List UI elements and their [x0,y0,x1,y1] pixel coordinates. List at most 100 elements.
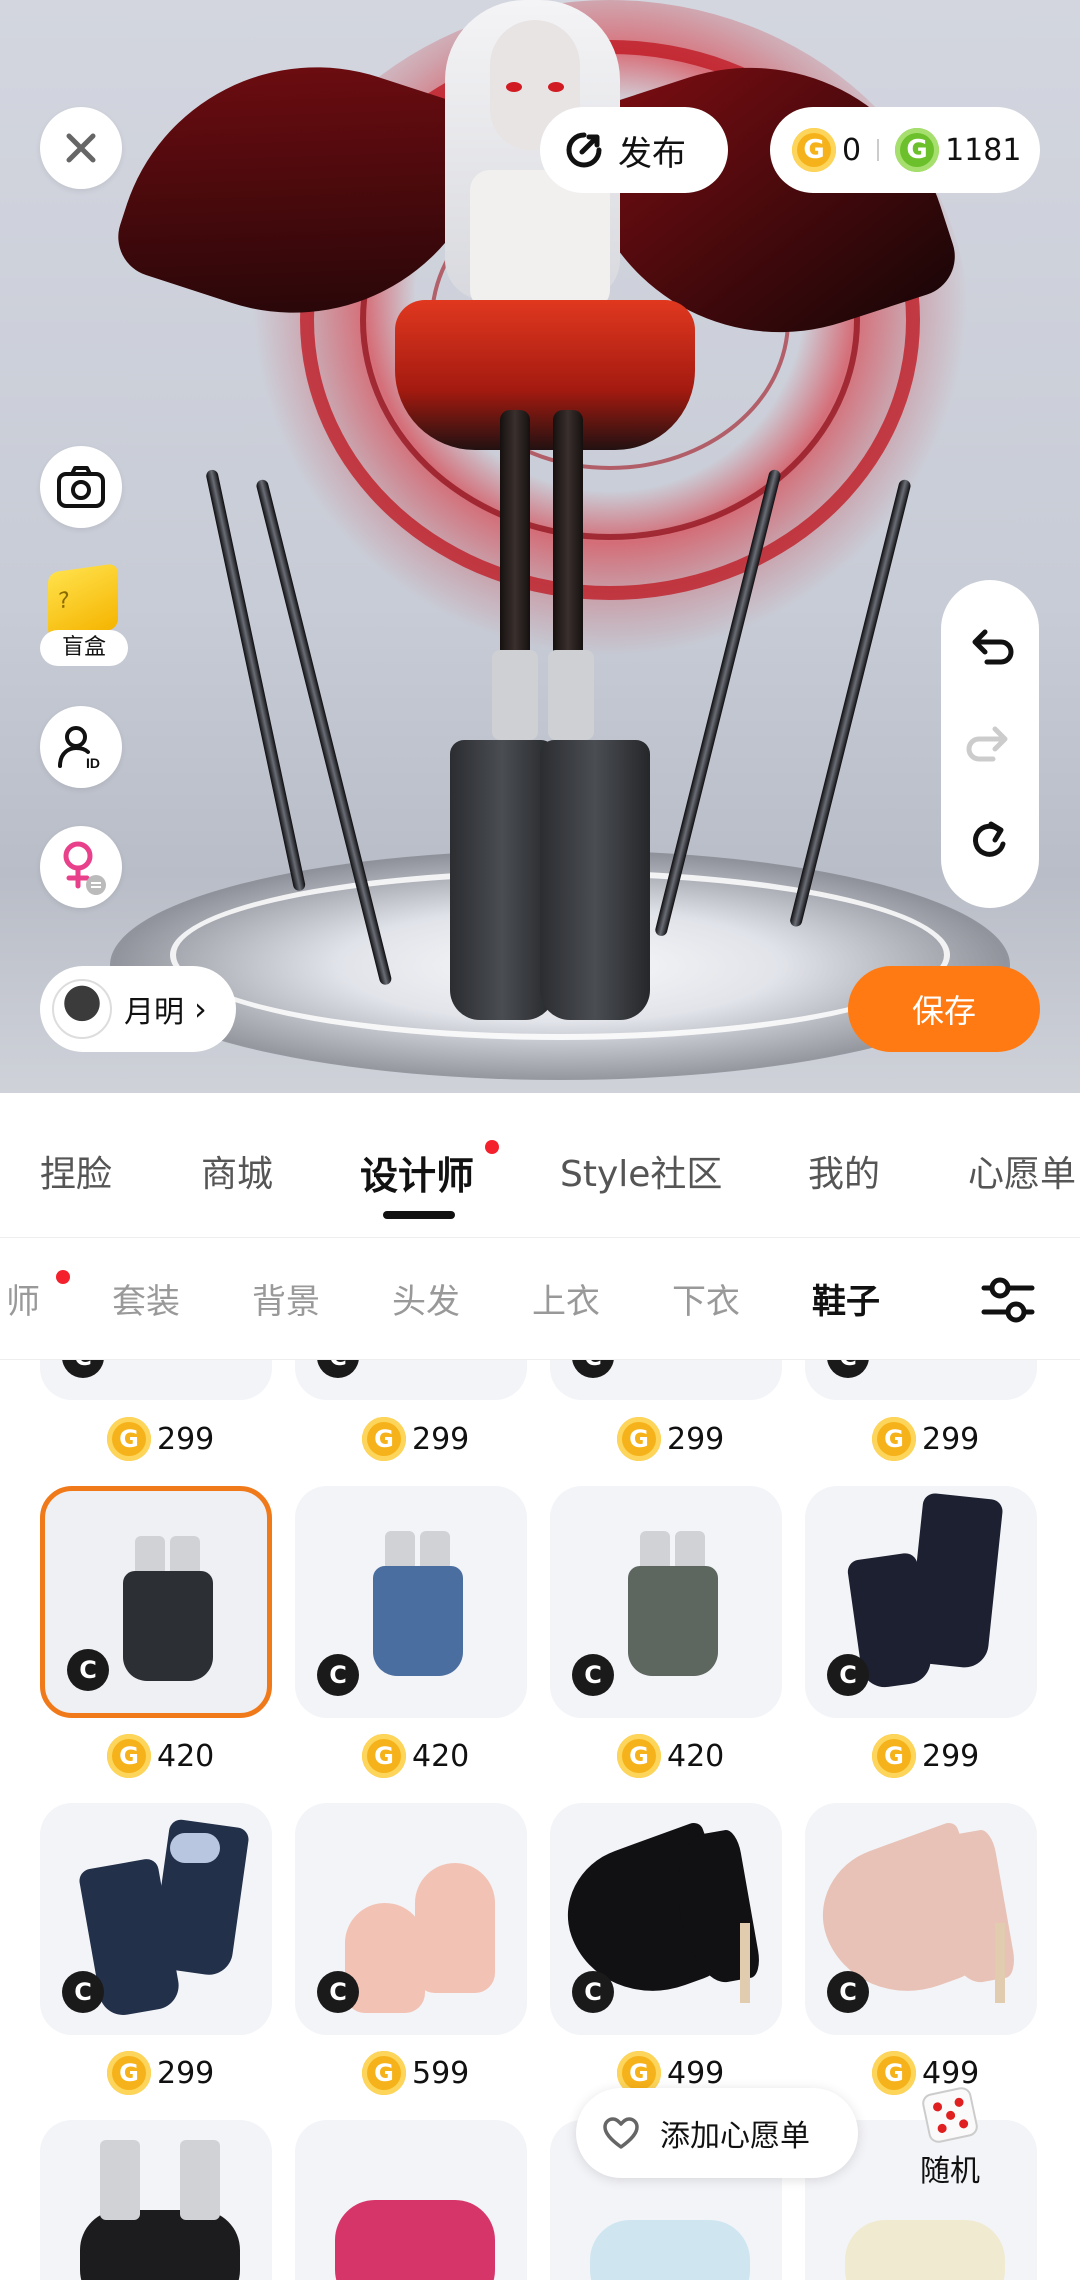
tab-wishlist[interactable]: 心愿单 [968,1145,1076,1197]
avatar [52,979,112,1039]
active-tab-indicator [383,1211,455,1219]
undo-icon[interactable] [965,622,1015,672]
creator-badge-icon: C [317,1654,359,1696]
creator-badge-icon: C [62,1971,104,2013]
tab-bottoms[interactable]: 下衣 [672,1274,740,1323]
publish-button[interactable]: 发布 [540,107,728,193]
category-tab-bar: 师 套装 背景 头发 上衣 下衣 鞋子 [0,1238,1080,1360]
redo-icon[interactable] [965,719,1015,769]
creator-badge-icon: C [572,1360,614,1378]
user-name: 月明 [124,995,184,1030]
dice-icon [920,2085,980,2145]
main-tab-bar: 捏脸 商城 设计师 Style社区 我的 心愿单 [0,1093,1080,1238]
creator-badge-icon: C [572,1654,614,1696]
save-button[interactable]: 保存 [848,966,1040,1052]
item-price: G 299 [617,1414,724,1464]
item-card[interactable]: C [40,1803,272,2035]
item-price: G 299 [107,1414,214,1464]
camera-button[interactable] [40,446,122,528]
creator-badge-icon: C [827,1654,869,1696]
gold-coin-icon: G [107,2051,151,2095]
blind-box-button[interactable]: 盲盒 [40,563,130,668]
tab-tops[interactable]: 上衣 [532,1274,600,1323]
gold-coin-value: 0 [842,132,862,168]
character-leg [500,410,530,670]
character-leg [553,410,583,670]
item-card[interactable]: C [40,1360,272,1400]
avatar-id-button[interactable]: ID [40,706,122,788]
item-card[interactable] [40,2120,272,2280]
creator-badge-icon: C [62,1360,104,1378]
sword-decoration [205,468,307,892]
tab-outfits[interactable]: 套装 [112,1274,180,1323]
gold-coin-icon: G [362,1734,406,1778]
item-card[interactable] [295,2120,527,2280]
tab-shoes[interactable]: 鞋子 [812,1274,880,1323]
gold-coin-icon: G [107,1417,151,1461]
gender-switch-button[interactable] [40,826,122,908]
user-id-icon: ID [58,726,100,771]
close-button[interactable] [40,107,122,189]
user-profile-chip[interactable]: 月明 › [40,966,236,1052]
gold-coin-icon: G [872,1734,916,1778]
blind-box-icon [48,563,118,639]
publish-label: 发布 [618,133,686,174]
tab-background[interactable]: 背景 [252,1274,320,1323]
filter-icon[interactable] [978,1272,1038,1328]
wishlist-label: 添加心愿单 [660,2119,810,2154]
tab-style-community[interactable]: Style社区 [560,1145,722,1197]
female-swap-icon [63,841,106,895]
item-price: G 299 [872,1731,979,1781]
creator-badge-icon: C [67,1649,109,1691]
item-card[interactable]: C [550,1803,782,2035]
tab-designer[interactable]: 设计师 [360,1145,474,1200]
avatar-preview[interactable]: 发布 G 0 G 1181 盲盒 ID [0,0,1080,1093]
divider [877,139,880,161]
item-card[interactable]: C [805,1803,1037,2035]
gold-coin-icon: G [362,2051,406,2095]
creator-badge-icon: C [827,1971,869,2013]
item-card[interactable]: C [550,1486,782,1718]
tab-store[interactable]: 商城 [201,1145,273,1197]
tab-mine[interactable]: 我的 [808,1145,880,1197]
item-price: G 420 [617,1731,724,1781]
camera-icon [57,466,105,508]
chevron-right-icon: › [194,990,207,1028]
item-card[interactable]: C [805,1360,1037,1400]
item-price: G 299 [107,2048,214,2098]
gold-coin-icon: G [872,1417,916,1461]
item-price: G 299 [362,1414,469,1464]
creator-badge-icon: C [317,1971,359,2013]
character-boot [540,740,650,1020]
gold-coin-icon: G [617,1734,661,1778]
item-card[interactable]: C [550,1360,782,1400]
gold-coin-icon: G [107,1734,151,1778]
reset-icon[interactable] [965,816,1015,866]
notification-dot [485,1140,499,1154]
item-price: G 420 [362,1731,469,1781]
add-to-wishlist-button[interactable]: 添加心愿单 [576,2088,858,2178]
tab-designer-partial[interactable]: 师 [6,1274,40,1323]
character-sock [492,650,538,740]
publish-icon [566,132,602,168]
item-card-selected[interactable]: C [40,1486,272,1718]
random-label: 随机 [920,2154,980,2189]
item-card[interactable]: C [295,1360,527,1400]
gold-coin-icon: G [792,128,836,172]
svg-text:ID: ID [86,755,100,771]
item-card[interactable]: C [295,1803,527,2035]
gold-coin-icon: G [617,1417,661,1461]
gold-coin-icon: G [362,1417,406,1461]
close-icon [66,133,96,163]
history-controls [941,580,1039,908]
item-price: G 599 [362,2048,469,2098]
item-card[interactable]: C [295,1486,527,1718]
tab-face[interactable]: 捏脸 [40,1145,112,1197]
tab-hair[interactable]: 头发 [392,1274,460,1323]
item-card[interactable]: C [805,1486,1037,1718]
random-button[interactable]: 随机 [900,2085,1000,2196]
heart-icon [603,2117,639,2149]
blind-box-label: 盲盒 [40,630,128,666]
creator-badge-icon: C [827,1360,869,1378]
currency-balance[interactable]: G 0 G 1181 [770,107,1040,193]
